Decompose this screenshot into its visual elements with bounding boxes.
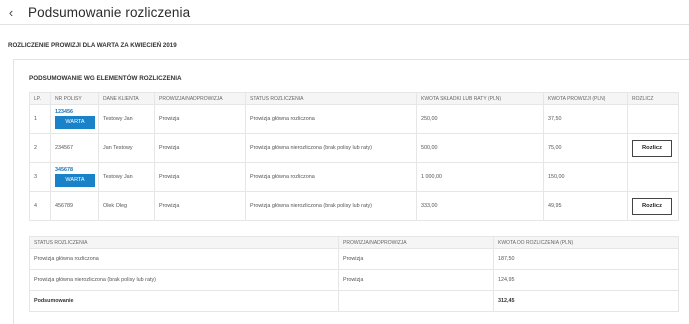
row-lp: 4 (29, 191, 51, 221)
settlement-elements-table: LP. NR POLISY DANE KLIENTA PROWIZJA/NADP… (29, 92, 679, 221)
warta-button[interactable]: WARTA (55, 174, 95, 187)
column-header-commission-amount: KWOTA PROWIZJI (PLN) (543, 92, 628, 105)
row-status: Prowizja główna nierozliczona (brak poli… (29, 269, 339, 291)
status-summary-table: STATUS ROZLICZENIA PROWIZJA/NADPROWIZJA … (29, 236, 679, 312)
table-row: 4 456789 Olek Oleg Prowizja Prowizja głó… (29, 191, 679, 221)
column-header-premium-amount: KWOTA SKŁADKI LUB RATY (PLN) (416, 92, 544, 105)
row-client: Jan Testowy (98, 133, 155, 163)
row-settle-cell (627, 104, 679, 134)
row-policy: 345678 WARTA (50, 162, 99, 192)
row-settle-cell: Rozlicz (627, 133, 679, 163)
summary-card: PODSUMOWANIE WG ELEMENTÓW ROZLICZENIA LP… (13, 59, 689, 324)
total-label: Podsumowanie (29, 290, 339, 312)
row-commission: 150,00 (543, 162, 628, 192)
policy-number-link[interactable]: 123456 (55, 109, 94, 115)
row-commission-type: Prowizja (338, 269, 494, 291)
row-premium: 333,00 (416, 191, 544, 221)
table-row: 1 123456 WARTA Testowy Jan Prowizja Prow… (29, 104, 679, 134)
card-title: PODSUMOWANIE WG ELEMENTÓW ROZLICZENIA (29, 75, 182, 82)
row-commission: 75,00 (543, 133, 628, 163)
row-lp: 2 (29, 133, 51, 163)
row-status: Prowizja główna rozliczona (29, 248, 339, 270)
warta-button[interactable]: WARTA (55, 116, 95, 129)
row-client: Testowy Jan (98, 104, 155, 134)
column-header-amount-to-settle: KWOTA DO ROZLICZENIA (PLN) (493, 236, 679, 249)
row-policy: 234567 (50, 133, 99, 163)
row-amount: 124,95 (493, 269, 679, 291)
row-client: Testowy Jan (98, 162, 155, 192)
row-lp: 3 (29, 162, 51, 192)
column-header-settlement-status: STATUS ROZLICZENIA (29, 236, 339, 249)
row-commission-type: Prowizja (154, 162, 246, 192)
column-header-policy-number: NR POLISY (50, 92, 99, 105)
page-header: ‹ Podsumowanie rozliczenia (0, 0, 689, 25)
row-status: Prowizja główna nierozliczona (brak poli… (245, 191, 417, 221)
total-amount: 312,45 (493, 290, 679, 312)
back-arrow-icon[interactable]: ‹ (4, 5, 18, 20)
column-header-settle: ROZLICZ (627, 92, 679, 105)
row-lp: 1 (29, 104, 51, 134)
row-premium: 500,00 (416, 133, 544, 163)
row-commission: 49,95 (543, 191, 628, 221)
column-header-commission-type: PROWIZJA/NADPROWIZJA (154, 92, 246, 105)
settle-button[interactable]: Rozlicz (632, 197, 672, 215)
row-premium: 250,00 (416, 104, 544, 134)
row-commission: 37,50 (543, 104, 628, 134)
row-client: Olek Oleg (98, 191, 155, 221)
table-header-row: LP. NR POLISY DANE KLIENTA PROWIZJA/NADP… (29, 92, 679, 105)
row-commission-type: Prowizja (338, 248, 494, 270)
page-title: Podsumowanie rozliczenia (28, 4, 191, 20)
row-policy: 123456 WARTA (50, 104, 99, 134)
settlement-subheading: ROZLICZENIE PROWIZJI DLA WARTA ZA KWIECI… (8, 42, 177, 49)
table-row: Prowizja główna nierozliczona (brak poli… (29, 269, 679, 291)
policy-number-link[interactable]: 345678 (55, 167, 94, 173)
row-amount: 187,50 (493, 248, 679, 270)
row-status: Prowizja główna rozliczona (245, 104, 417, 134)
row-settle-cell: Rozlicz (627, 191, 679, 221)
total-type (338, 290, 494, 312)
column-header-settlement-status: STATUS ROZLICZENIA (245, 92, 417, 105)
row-commission-type: Prowizja (154, 133, 246, 163)
column-header-client-data: DANE KLIENTA (98, 92, 155, 105)
table-row: Prowizja główna rozliczona Prowizja 187,… (29, 248, 679, 270)
row-settle-cell (627, 162, 679, 192)
row-status: Prowizja główna nierozliczona (brak poli… (245, 133, 417, 163)
row-commission-type: Prowizja (154, 191, 246, 221)
column-header-lp: LP. (29, 92, 51, 105)
row-status: Prowizja główna rozliczona (245, 162, 417, 192)
row-premium: 1 000,00 (416, 162, 544, 192)
settle-button[interactable]: Rozlicz (632, 139, 672, 157)
table-row: 3 345678 WARTA Testowy Jan Prowizja Prow… (29, 162, 679, 192)
table-row: 2 234567 Jan Testowy Prowizja Prowizja g… (29, 133, 679, 163)
column-header-commission-type: PROWIZJA/NADPROWIZJA (338, 236, 494, 249)
table-header-row: STATUS ROZLICZENIA PROWIZJA/NADPROWIZJA … (29, 236, 679, 249)
summary-total-row: Podsumowanie 312,45 (29, 290, 679, 312)
row-policy: 456789 (50, 191, 99, 221)
row-commission-type: Prowizja (154, 104, 246, 134)
